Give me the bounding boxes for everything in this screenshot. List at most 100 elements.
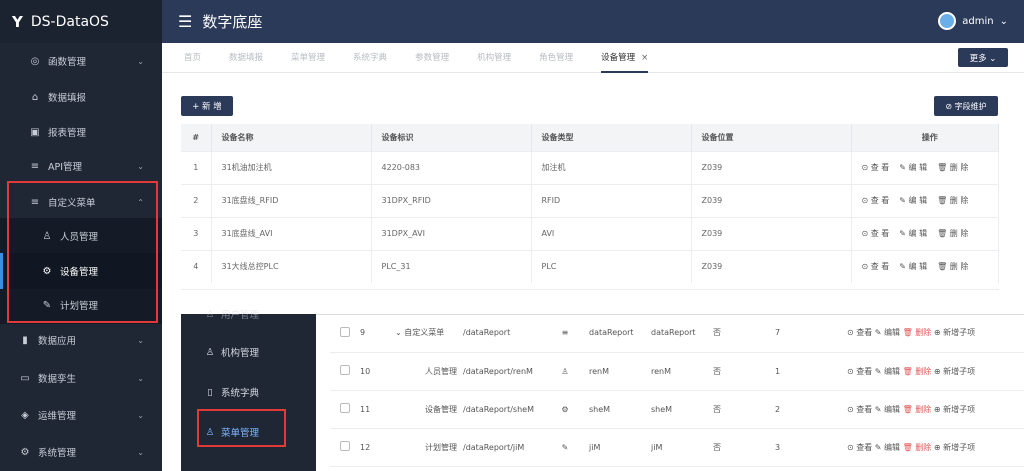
delete-button[interactable]: 🗑 删 除 (937, 196, 968, 205)
view-button[interactable]: ⊙ 查看 (847, 443, 872, 452)
edit-button[interactable]: ✎ 编 辑 (899, 229, 927, 238)
edit-button[interactable]: ✎ 编 辑 (899, 196, 927, 205)
more-button[interactable]: 更多 ⌄ (958, 48, 1008, 67)
table-row: 11 设备管理 /dataReport/sheM ⚙ sheM sheM 否 2… (330, 390, 1024, 429)
add-child-button[interactable]: ⊕ 新增子项 (934, 367, 975, 376)
add-button[interactable]: + 新 增 (181, 96, 233, 116)
delete-button[interactable]: 🗑 删 除 (937, 163, 968, 172)
view-button[interactable]: ⊙ 查 看 (862, 229, 890, 238)
overlay-sidebar: ♙ 用户管理 ♙ 机构管理 ▯ 系统字典 ♙ 菜单管理 (181, 309, 316, 471)
sidebar-item-data-report[interactable]: ⌂ 数据填报 (0, 79, 162, 115)
hamburger-icon[interactable]: ☰ (178, 12, 192, 31)
view-button[interactable]: ⊙ 查 看 (862, 262, 890, 271)
row-checkbox[interactable] (330, 390, 360, 429)
sidebar-item-label: API管理 (48, 162, 83, 173)
table-cell: 设备管理 (395, 390, 463, 429)
add-child-button[interactable]: ⊕ 新增子项 (934, 328, 975, 337)
overlay-sidebar-item-dictionary[interactable]: ▯ 系统字典 (181, 374, 316, 410)
person-icon: ♙ (541, 352, 589, 391)
row-actions: ⊙ 查 看 ✎ 编 辑 🗑 删 除 (851, 183, 999, 217)
row-checkbox[interactable] (330, 352, 360, 391)
tab-dictionary[interactable]: 系统字典 (353, 43, 387, 73)
edit-icon: ✎ (541, 428, 589, 467)
table-cell: /dataReport/sheM (463, 390, 541, 429)
tab-home[interactable]: 首页 (184, 43, 201, 73)
tab-data-report[interactable]: 数据填报 (229, 43, 263, 73)
function-icon: ◎ (30, 55, 40, 67)
sidebar-item-functions[interactable]: ◎ 函数管理 ⌄ (0, 43, 162, 79)
row-checkbox[interactable] (330, 428, 360, 467)
sidebar-item-system[interactable]: ⚙ 系统管理 ⌄ (0, 434, 162, 470)
checkbox[interactable] (340, 365, 350, 375)
list-icon: ≡ (30, 160, 40, 172)
table-cell: sheM (589, 390, 651, 429)
table-cell: 2 (775, 390, 847, 429)
book-icon: ▯ (207, 386, 213, 398)
edit-button[interactable]: ✎ 编辑 (875, 443, 900, 452)
sidebar-item-digital-twin[interactable]: ▭ 数据孪生 ⌄ (0, 360, 162, 396)
table-row: 3 31底盘线_AVI 31DPX_AVI AVI Z039 ⊙ 查 看 ✎ 编 … (181, 216, 999, 250)
row-actions: ⊙ 查 看 ✎ 编 辑 🗑 删 除 (851, 249, 999, 283)
delete-button[interactable]: 🗑 删 除 (937, 229, 968, 238)
field-maintenance-button[interactable]: ⊘ 字段维护 (934, 96, 998, 116)
edit-button[interactable]: ✎ 编辑 (875, 405, 900, 414)
sidebar-item-operations[interactable]: ◈ 运维管理 ⌄ (0, 397, 162, 433)
close-icon[interactable]: × (641, 53, 648, 63)
table-cell: ⌄ 自定义菜单 (395, 314, 463, 353)
delete-button[interactable]: 🗑 删除 (903, 405, 932, 414)
tab-parameters[interactable]: 参数管理 (415, 43, 449, 73)
cloud-icon: ⌂ (31, 91, 39, 103)
view-button[interactable]: ⊙ 查看 (847, 367, 872, 376)
delete-button[interactable]: 🗑 删除 (903, 367, 932, 376)
checkbox[interactable] (340, 441, 350, 451)
table-row: 9 ⌄ 自定义菜单 /dataReport ≡ dataReport dataR… (330, 314, 1024, 353)
brand: Y DS-DataOS (0, 0, 162, 43)
table-cell: 3 (775, 428, 847, 467)
table-cell: 4 (181, 249, 212, 283)
custom-menu-highlight (7, 181, 158, 323)
edit-button[interactable]: ✎ 编 辑 (899, 262, 927, 271)
table-cell: /dataReport (463, 314, 541, 353)
top-header: ☰ 数字底座 admin ⌄ (162, 0, 1024, 43)
column-header: 操作 (851, 124, 999, 151)
view-button[interactable]: ⊙ 查 看 (862, 163, 890, 172)
table-cell: Z039 (691, 249, 852, 283)
person-icon: ♙ (205, 346, 215, 358)
user-menu[interactable]: admin ⌄ (938, 12, 1008, 30)
checkbox[interactable] (340, 326, 350, 337)
column-header: 设备标识 (371, 124, 532, 151)
table-cell: 31机油加注机 (211, 150, 372, 184)
tab-menu-management[interactable]: 菜单管理 (291, 43, 325, 73)
view-button[interactable]: ⊙ 查看 (847, 405, 872, 414)
table-cell: 否 (713, 352, 775, 391)
table-row: 2 31底盘线_RFID 31DPX_RFID RFID Z039 ⊙ 查 看 ✎… (181, 183, 999, 217)
view-button[interactable]: ⊙ 查 看 (862, 196, 890, 205)
table-cell: 2 (181, 183, 212, 217)
sidebar-item-api[interactable]: ≡ API管理 ⌄ (0, 148, 162, 184)
delete-button[interactable]: 🗑 删 除 (937, 262, 968, 271)
edit-button[interactable]: ✎ 编 辑 (899, 163, 927, 172)
edit-button[interactable]: ✎ 编辑 (875, 328, 900, 337)
tab-devices[interactable]: 设备管理 × (601, 43, 649, 73)
overlay-sidebar-item-users[interactable]: ♙ 用户管理 (181, 296, 316, 332)
username: admin (962, 15, 994, 27)
view-button[interactable]: ⊙ 查看 (847, 328, 872, 337)
brand-name: DS-DataOS (30, 13, 109, 30)
sidebar-item-data-apps[interactable]: ▮ 数据应用 ⌄ (0, 322, 162, 358)
add-child-button[interactable]: ⊕ 新增子项 (934, 443, 975, 452)
column-header: 设备名称 (211, 124, 372, 151)
checkbox[interactable] (340, 403, 350, 413)
overlay-sidebar-item-organization[interactable]: ♙ 机构管理 (181, 334, 316, 370)
delete-button[interactable]: 🗑 删除 (903, 328, 932, 337)
tab-organization[interactable]: 机构管理 (477, 43, 511, 73)
table-cell: RFID (531, 183, 692, 217)
row-checkbox[interactable] (330, 314, 360, 353)
edit-button[interactable]: ✎ 编辑 (875, 367, 900, 376)
tab-roles[interactable]: 角色管理 (539, 43, 573, 73)
table-cell: renM (651, 352, 713, 391)
delete-button[interactable]: 🗑 删除 (903, 443, 932, 452)
table-cell: Z039 (691, 150, 852, 184)
table-cell: 7 (775, 314, 847, 353)
add-child-button[interactable]: ⊕ 新增子项 (934, 405, 975, 414)
sidebar-item-reports[interactable]: ▣ 报表管理 (0, 114, 162, 150)
